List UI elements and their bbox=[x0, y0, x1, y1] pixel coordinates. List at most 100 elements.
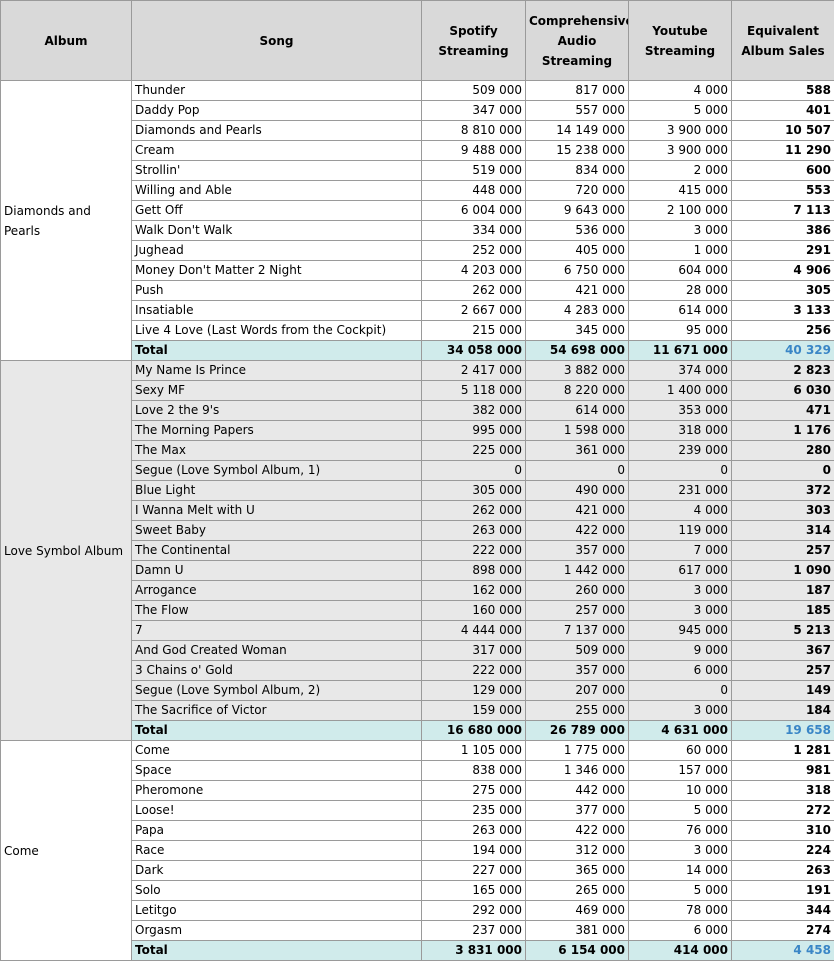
equivalent-cell: 372 bbox=[731, 480, 834, 501]
spotify-cell: 347 000 bbox=[421, 100, 526, 121]
song-cell: Gett Off bbox=[131, 200, 422, 221]
equivalent-cell: 257 bbox=[731, 660, 834, 681]
song-cell: Cream bbox=[131, 140, 422, 161]
youtube-cell: 318 000 bbox=[628, 420, 732, 441]
youtube-cell: 374 000 bbox=[628, 360, 732, 381]
youtube-cell: 3 000 bbox=[628, 220, 732, 241]
youtube-cell: 0 bbox=[628, 460, 732, 481]
youtube-cell: 1 400 000 bbox=[628, 380, 732, 401]
comprehensive-cell: 557 000 bbox=[525, 100, 629, 121]
spotify-cell: 1 105 000 bbox=[421, 740, 526, 761]
song-cell: Thunder bbox=[131, 80, 422, 101]
comprehensive-cell: 422 000 bbox=[525, 820, 629, 841]
youtube-cell: 353 000 bbox=[628, 400, 732, 421]
album-name: Come bbox=[0, 740, 132, 961]
equivalent-cell: 367 bbox=[731, 640, 834, 661]
spotify-cell: 334 000 bbox=[421, 220, 526, 241]
youtube-cell: 60 000 bbox=[628, 740, 732, 761]
youtube-cell: 3 900 000 bbox=[628, 140, 732, 161]
comprehensive-cell: 614 000 bbox=[525, 400, 629, 421]
song-cell: Jughead bbox=[131, 240, 422, 261]
comprehensive-cell: 6 750 000 bbox=[525, 260, 629, 281]
header-album: Album bbox=[0, 0, 132, 81]
comprehensive-cell: 1 346 000 bbox=[525, 760, 629, 781]
song-cell: Pheromone bbox=[131, 780, 422, 801]
sales-table: Album Song Spotify Streaming Comprehensi… bbox=[0, 0, 834, 961]
comprehensive-cell: 421 000 bbox=[525, 280, 629, 301]
comprehensive-cell: 260 000 bbox=[525, 580, 629, 601]
spotify-cell: 5 118 000 bbox=[421, 380, 526, 401]
album-name: Love Symbol Album bbox=[0, 360, 132, 741]
comprehensive-cell: 357 000 bbox=[525, 660, 629, 681]
equivalent-cell: 1 281 bbox=[731, 740, 834, 761]
comprehensive-cell: 207 000 bbox=[525, 680, 629, 701]
song-cell: The Max bbox=[131, 440, 422, 461]
equivalent-cell: 318 bbox=[731, 780, 834, 801]
equivalent-cell: 981 bbox=[731, 760, 834, 781]
comprehensive-cell: 509 000 bbox=[525, 640, 629, 661]
song-cell: Sexy MF bbox=[131, 380, 422, 401]
spotify-cell: 263 000 bbox=[421, 520, 526, 541]
comprehensive-cell: 1 598 000 bbox=[525, 420, 629, 441]
spotify-cell: 317 000 bbox=[421, 640, 526, 661]
youtube-cell: 3 000 bbox=[628, 840, 732, 861]
youtube-cell: 78 000 bbox=[628, 900, 732, 921]
song-cell: Total bbox=[131, 940, 422, 961]
song-cell: The Sacrifice of Victor bbox=[131, 700, 422, 721]
spotify-cell: 129 000 bbox=[421, 680, 526, 701]
youtube-cell: 5 000 bbox=[628, 100, 732, 121]
youtube-cell: 617 000 bbox=[628, 560, 732, 581]
equivalent-cell: 305 bbox=[731, 280, 834, 301]
equivalent-cell: 5 213 bbox=[731, 620, 834, 641]
comprehensive-cell: 381 000 bbox=[525, 920, 629, 941]
song-cell: Solo bbox=[131, 880, 422, 901]
spotify-cell: 2 667 000 bbox=[421, 300, 526, 321]
comprehensive-cell: 312 000 bbox=[525, 840, 629, 861]
spotify-cell: 263 000 bbox=[421, 820, 526, 841]
song-cell: Strollin' bbox=[131, 160, 422, 181]
equivalent-cell: 224 bbox=[731, 840, 834, 861]
comprehensive-cell: 265 000 bbox=[525, 880, 629, 901]
equivalent-cell: 600 bbox=[731, 160, 834, 181]
spotify-cell: 4 203 000 bbox=[421, 260, 526, 281]
equivalent-cell: 184 bbox=[731, 700, 834, 721]
song-cell: Walk Don't Walk bbox=[131, 220, 422, 241]
youtube-cell: 119 000 bbox=[628, 520, 732, 541]
comprehensive-cell: 255 000 bbox=[525, 700, 629, 721]
equivalent-cell: 3 133 bbox=[731, 300, 834, 321]
comprehensive-cell: 720 000 bbox=[525, 180, 629, 201]
spotify-cell: 4 444 000 bbox=[421, 620, 526, 641]
song-cell: Dark bbox=[131, 860, 422, 881]
song-cell: Diamonds and Pearls bbox=[131, 120, 422, 141]
song-cell: Come bbox=[131, 740, 422, 761]
table-row: Love Symbol Album My Name Is Prince 2 417 … bbox=[0, 360, 834, 741]
song-cell: Space bbox=[131, 760, 422, 781]
youtube-cell: 76 000 bbox=[628, 820, 732, 841]
spotify-cell: 898 000 bbox=[421, 560, 526, 581]
equivalent-cell: 291 bbox=[731, 240, 834, 261]
youtube-cell: 2 000 bbox=[628, 160, 732, 181]
song-cell: Orgasm bbox=[131, 920, 422, 941]
comprehensive-cell: 0 bbox=[525, 460, 629, 481]
equivalent-cell: 0 bbox=[731, 460, 834, 481]
spotify-cell: 194 000 bbox=[421, 840, 526, 861]
youtube-cell: 6 000 bbox=[628, 660, 732, 681]
comprehensive-cell: 3 882 000 bbox=[525, 360, 629, 381]
song-cell: Total bbox=[131, 340, 422, 361]
comprehensive-cell: 405 000 bbox=[525, 240, 629, 261]
youtube-cell: 3 900 000 bbox=[628, 120, 732, 141]
equivalent-cell: 310 bbox=[731, 820, 834, 841]
song-cell: Race bbox=[131, 840, 422, 861]
equivalent-cell: 1 176 bbox=[731, 420, 834, 441]
spotify-cell: 275 000 bbox=[421, 780, 526, 801]
comprehensive-cell: 442 000 bbox=[525, 780, 629, 801]
spotify-cell: 448 000 bbox=[421, 180, 526, 201]
header-youtube: Youtube Streaming bbox=[628, 0, 732, 81]
spotify-cell: 237 000 bbox=[421, 920, 526, 941]
youtube-cell: 9 000 bbox=[628, 640, 732, 661]
youtube-cell: 3 000 bbox=[628, 700, 732, 721]
youtube-cell: 4 631 000 bbox=[628, 720, 732, 741]
equivalent-cell: 10 507 bbox=[731, 120, 834, 141]
song-cell: And God Created Woman bbox=[131, 640, 422, 661]
youtube-cell: 6 000 bbox=[628, 920, 732, 941]
